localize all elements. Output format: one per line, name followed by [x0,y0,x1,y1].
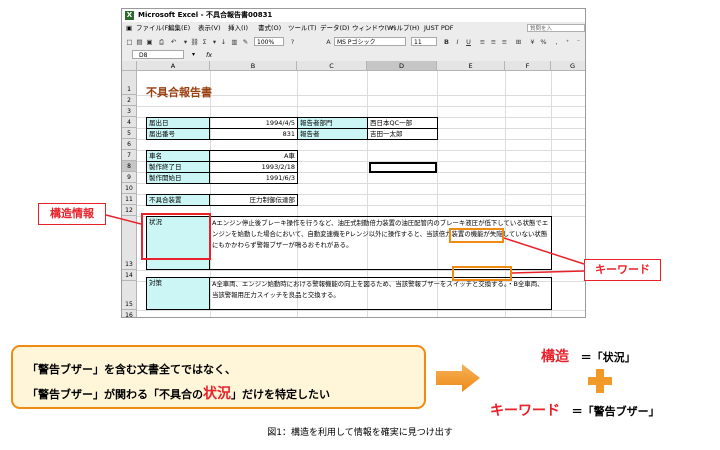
plus-icon [588,369,612,393]
structure-info-callout: 構造情報 [38,203,106,225]
figure-caption: 図1：構造を利用して情報を確実に見つけ出す [267,428,453,438]
equation-keyword: キーワード ＝「警告ブザー」 [490,400,660,420]
keyword-callout: キーワード [584,259,661,281]
equation-keyword-value: ＝「警告ブザー」 [571,405,660,418]
message-box: 「警告ブザー」を含む文書全てではなく、 「警告ブザー」が関わる「不具合の状況」だ… [11,345,426,409]
message-line-2: 「警告ブザー」が関わる「不具合の状況」だけを特定したい [27,383,330,403]
message-line-1: 「警告ブザー」を含む文書全てではなく、 [27,363,236,376]
message-line-2-start: 「警告ブザー」が関わる「不具合の [27,388,203,401]
message-highlight: 状況 [203,386,231,402]
equation-structure-term: 構造 [541,349,569,365]
equation-keyword-term: キーワード [490,403,560,419]
message-line-2-end: 」だけを特定したい [231,388,330,401]
equation-structure-value: ＝「状況」 [580,351,636,364]
equation-structure: 構造 ＝「状況」 [541,346,636,366]
right-arrow-icon [436,364,480,392]
